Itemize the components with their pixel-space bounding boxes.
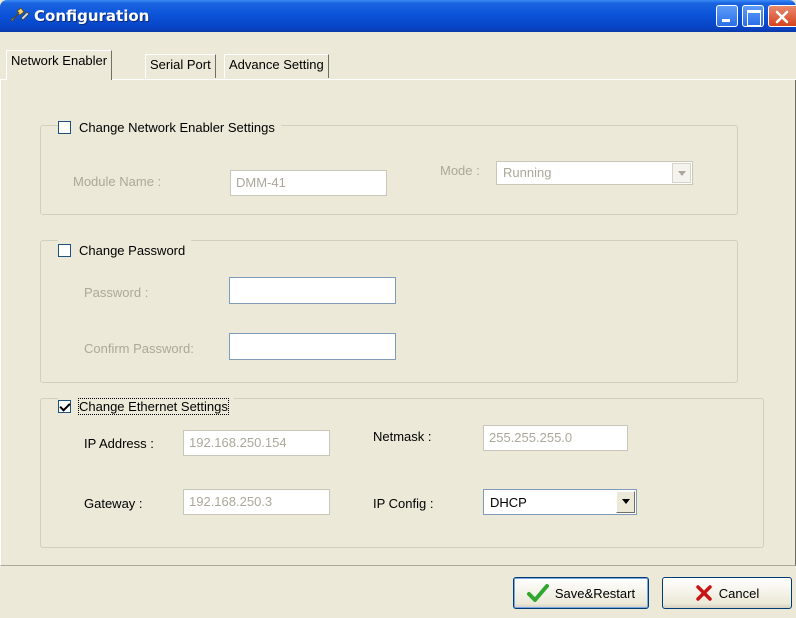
ip-config-value: DHCP bbox=[490, 495, 527, 510]
save-restart-label: Save&Restart bbox=[554, 585, 636, 601]
module-name-label: Module Name : bbox=[73, 174, 162, 189]
chevron-down-icon[interactable] bbox=[672, 163, 691, 183]
network-enabler-checkbox[interactable] bbox=[58, 120, 71, 134]
password-group bbox=[40, 240, 738, 383]
ip-config-label: IP Config : bbox=[373, 496, 434, 511]
ethernet-group bbox=[40, 398, 764, 548]
netmask-label: Netmask : bbox=[373, 429, 432, 444]
module-name-field[interactable]: DMM-41 bbox=[230, 170, 387, 196]
tab-label: Network Enabler bbox=[11, 53, 108, 68]
close-button[interactable] bbox=[768, 5, 796, 27]
tab-serial-port[interactable]: Serial Port bbox=[145, 54, 216, 78]
mode-value: Running bbox=[503, 165, 552, 180]
netmask-field[interactable]: 255.255.255.0 bbox=[483, 425, 628, 451]
cancel-x-icon bbox=[695, 584, 713, 602]
ip-config-select[interactable]: DHCP bbox=[483, 489, 637, 515]
gateway-label: Gateway : bbox=[84, 496, 143, 511]
password-checkbox[interactable] bbox=[58, 243, 71, 257]
mode-select[interactable]: Running bbox=[496, 161, 693, 185]
minimize-button[interactable] bbox=[716, 5, 738, 27]
tab-advance-setting[interactable]: Advance Setting bbox=[224, 54, 329, 78]
close-icon bbox=[775, 10, 789, 24]
cancel-button[interactable]: Cancel bbox=[662, 577, 792, 609]
confirm-password-field[interactable] bbox=[229, 333, 396, 360]
title-bar[interactable]: Configuration bbox=[0, 0, 796, 32]
checkmark-icon bbox=[526, 584, 549, 602]
cancel-label: Cancel bbox=[718, 585, 760, 601]
ethernet-legend[interactable]: Change Ethernet Settings bbox=[58, 396, 234, 416]
password-label: Password : bbox=[84, 285, 149, 300]
window-title: Configuration bbox=[34, 7, 150, 25]
gateway-field[interactable]: 192.168.250.3 bbox=[183, 489, 330, 515]
ip-address-field[interactable]: 192.168.250.154 bbox=[183, 430, 330, 456]
tools-icon bbox=[9, 6, 31, 26]
ip-address-label: IP Address : bbox=[84, 436, 154, 451]
password-legend[interactable]: Change Password bbox=[58, 240, 192, 260]
tab-network-enabler[interactable]: Network Enabler bbox=[6, 50, 113, 80]
mode-label: Mode : bbox=[440, 163, 480, 178]
ethernet-checkbox[interactable] bbox=[58, 399, 71, 413]
tab-label: Advance Setting bbox=[229, 57, 324, 72]
save-restart-button[interactable]: Save&Restart bbox=[513, 577, 649, 609]
network-enabler-legend[interactable]: Change Network Enabler Settings bbox=[58, 117, 281, 137]
password-field[interactable] bbox=[229, 277, 396, 304]
chevron-down-icon[interactable] bbox=[616, 491, 635, 513]
network-enabler-checkbox-label: Change Network Enabler Settings bbox=[79, 119, 275, 135]
ethernet-checkbox-label: Change Ethernet Settings bbox=[78, 397, 229, 415]
confirm-password-label: Confirm Password: bbox=[84, 341, 194, 356]
maximize-button[interactable] bbox=[742, 5, 764, 27]
tab-label: Serial Port bbox=[150, 57, 211, 72]
password-checkbox-label: Change Password bbox=[79, 242, 186, 258]
